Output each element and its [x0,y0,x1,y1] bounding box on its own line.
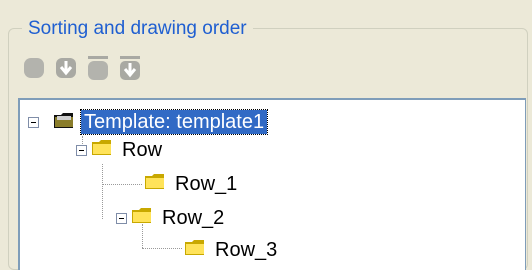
folder-icon [184,239,206,262]
tree-node-row[interactable]: Row [76,136,165,164]
move-down-alt-icon [118,55,142,81]
move-down-icon [54,56,78,80]
bring-to-front-button[interactable] [18,52,50,84]
tree-node-row-2[interactable]: Row_2 [116,204,227,232]
tree-node-row-1[interactable]: Row_1 [144,170,240,198]
collapse-toggle[interactable] [28,116,39,128]
tree-node-template[interactable]: Template: template1 [28,108,269,136]
folder-icon [131,207,153,230]
tree-node-label: Template: template1 [79,109,269,135]
move-down-alt-button[interactable] [114,52,146,84]
move-down-button[interactable] [50,52,82,84]
send-to-back-icon [86,55,110,81]
collapse-toggle[interactable] [116,212,127,224]
tree-node-row-3[interactable]: Row_3 [184,236,280,264]
template-folder-icon [53,111,75,134]
tree-node-label: Row_1 [175,173,238,195]
bring-to-front-icon [22,56,46,80]
folder-icon [91,139,113,162]
send-to-back-button[interactable] [82,52,114,84]
groupbox-title: Sorting and drawing order [22,18,253,40]
folder-icon [144,173,166,196]
tree-node-label: Row_2 [162,207,225,229]
order-tree-view[interactable]: Template: template1 Row Row_1 Row_2 Row_… [18,98,526,270]
collapse-toggle[interactable] [76,144,87,156]
tree-node-label: Row [122,139,163,161]
tree-node-label: Row_3 [215,239,278,261]
